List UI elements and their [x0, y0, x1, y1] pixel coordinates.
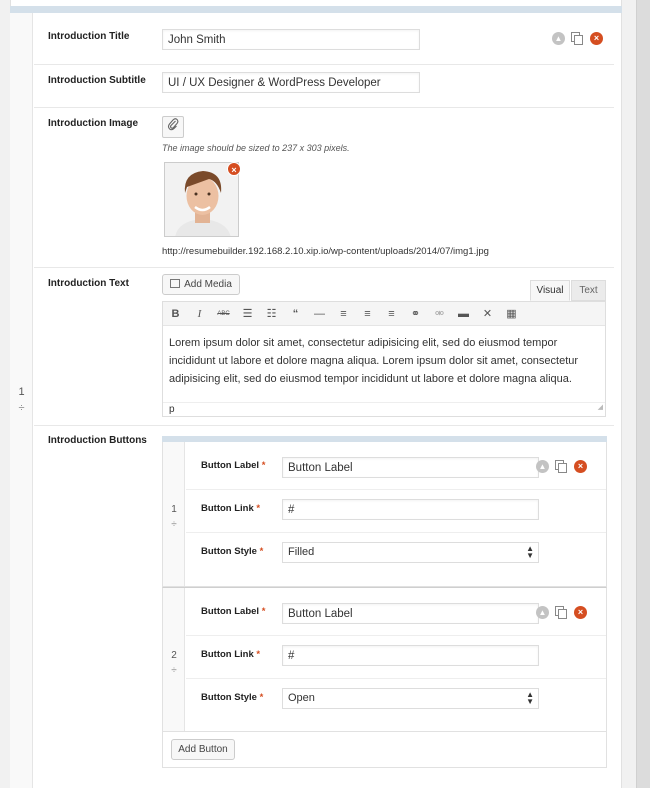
blockquote-icon[interactable]: “	[289, 308, 302, 320]
strikethrough-icon[interactable]: ABC	[217, 311, 230, 317]
editor-toolbar: B I ABC ☰ ☷ “ — ≡ ≡ ≡ ⚭ ⚮ ▬ ✕ ▦	[163, 302, 605, 326]
image-url: http://resumebuilder.192.168.2.10.xip.io…	[162, 246, 489, 257]
duplicate-icon[interactable]	[555, 460, 568, 473]
duplicate-icon[interactable]	[555, 606, 568, 619]
rich-text-editor: B I ABC ☰ ☷ “ — ≡ ≡ ≡ ⚭ ⚮ ▬ ✕ ▦ Lorem ip…	[162, 301, 606, 417]
align-center-icon[interactable]: ≡	[361, 308, 374, 320]
collapse-icon[interactable]: ▲	[536, 606, 549, 619]
resize-handle-icon[interactable]: ◢	[598, 401, 603, 415]
link-icon[interactable]: ⚭	[409, 307, 422, 320]
field-introduction-title: Introduction Title ▲ ×	[34, 13, 614, 65]
field-label: Button Style *	[201, 692, 264, 703]
repeater-row-controls: ▲ ×	[536, 606, 587, 619]
numbered-list-icon[interactable]: ☷	[265, 307, 278, 320]
repeater-footer: Add Button	[162, 732, 607, 768]
select-arrows-icon: ▲ ▼	[526, 544, 534, 560]
row-controls: ▲ ×	[552, 32, 603, 45]
toolbar-toggle-icon[interactable]: ▦	[505, 307, 518, 320]
button-link-field: Button Link *	[186, 490, 606, 533]
buttons-repeater: 1 ÷ Button Label * ▲ × Button Link * But…	[162, 436, 607, 768]
field-introduction-image: Introduction Image The image should be s…	[34, 108, 614, 268]
button-style-select[interactable]: Open ▲ ▼	[282, 688, 539, 709]
field-label: Introduction Text	[48, 278, 129, 289]
field-introduction-subtitle: Introduction Subtitle	[34, 65, 614, 108]
image-size-hint: The image should be sized to 237 x 303 p…	[162, 143, 350, 153]
attach-image-button[interactable]	[162, 116, 184, 138]
duplicate-icon[interactable]	[571, 32, 584, 45]
unlink-icon[interactable]: ⚮	[433, 307, 446, 320]
introduction-title-input[interactable]	[162, 29, 420, 50]
delete-icon[interactable]: ×	[590, 32, 603, 45]
select-arrows-icon: ▲ ▼	[526, 690, 534, 706]
drag-icon[interactable]: ÷	[163, 665, 185, 676]
collapse-icon[interactable]: ▲	[552, 32, 565, 45]
add-button-button[interactable]: Add Button	[171, 739, 235, 760]
button-style-field: Button Style * Open ▲ ▼	[186, 679, 606, 722]
remove-image-icon[interactable]: ×	[227, 162, 241, 176]
paperclip-icon	[167, 118, 179, 131]
field-label: Button Label *	[201, 606, 266, 617]
button-style-field: Button Style * Filled ▲ ▼	[186, 533, 606, 576]
editor-path: p ◢	[163, 402, 605, 416]
field-label: Introduction Buttons	[48, 435, 147, 446]
repeater-row-index: 1	[171, 504, 177, 515]
editor-content[interactable]: Lorem ipsum dolor sit amet, consectetur …	[163, 326, 605, 402]
button-link-field: Button Link *	[186, 636, 606, 679]
repeater-row-controls: ▲ ×	[536, 460, 587, 473]
field-introduction-text: Introduction Text Add Media Visual Text …	[34, 268, 614, 426]
tab-text[interactable]: Text	[571, 280, 606, 301]
add-media-button[interactable]: Add Media	[162, 274, 240, 295]
field-label: Introduction Image	[48, 118, 138, 129]
field-label: Button Link *	[201, 503, 261, 514]
introduction-subtitle-input[interactable]	[162, 72, 420, 93]
bold-icon[interactable]: B	[169, 308, 182, 320]
align-right-icon[interactable]: ≡	[385, 308, 398, 320]
button-label-input[interactable]	[282, 457, 539, 478]
fullscreen-icon[interactable]: ✕	[481, 307, 494, 320]
horizontal-rule-icon[interactable]: —	[313, 308, 326, 320]
button-link-input[interactable]	[282, 645, 539, 666]
italic-icon[interactable]: I	[193, 308, 206, 320]
field-introduction-buttons: Introduction Buttons 1 ÷ Button Label * …	[34, 426, 614, 788]
add-media-label: Add Media	[184, 279, 232, 290]
field-label: Button Style *	[201, 546, 264, 557]
drag-icon[interactable]: ÷	[10, 402, 33, 414]
row-header-bar	[10, 6, 622, 13]
field-label: Introduction Title	[48, 31, 130, 42]
field-label: Introduction Subtitle	[48, 75, 146, 86]
scrollbar[interactable]	[636, 0, 650, 788]
delete-icon[interactable]: ×	[574, 460, 587, 473]
button-link-input[interactable]	[282, 499, 539, 520]
read-more-icon[interactable]: ▬	[457, 308, 470, 320]
repeater-row: 2 ÷ Button Label * ▲ × Button Link * But…	[162, 587, 607, 732]
media-icon	[170, 279, 181, 288]
row-drag-handle[interactable]	[10, 13, 33, 788]
button-style-select[interactable]: Filled ▲ ▼	[282, 542, 539, 563]
path-label: p	[169, 404, 175, 415]
delete-icon[interactable]: ×	[574, 606, 587, 619]
align-left-icon[interactable]: ≡	[337, 308, 350, 320]
button-label-input[interactable]	[282, 603, 539, 624]
collapse-icon[interactable]: ▲	[536, 460, 549, 473]
bullet-list-icon[interactable]: ☰	[241, 307, 254, 320]
tab-visual[interactable]: Visual	[530, 280, 570, 301]
repeater-row: 1 ÷ Button Label * ▲ × Button Link * But…	[162, 442, 607, 587]
button-label-field: Button Label * ▲ ×	[186, 447, 606, 490]
repeater-row-index: 2	[171, 650, 177, 661]
row-index: 1	[18, 386, 25, 398]
drag-icon[interactable]: ÷	[163, 519, 185, 530]
button-label-field: Button Label * ▲ ×	[186, 593, 606, 636]
field-label: Button Label *	[201, 460, 266, 471]
field-label: Button Link *	[201, 649, 261, 660]
